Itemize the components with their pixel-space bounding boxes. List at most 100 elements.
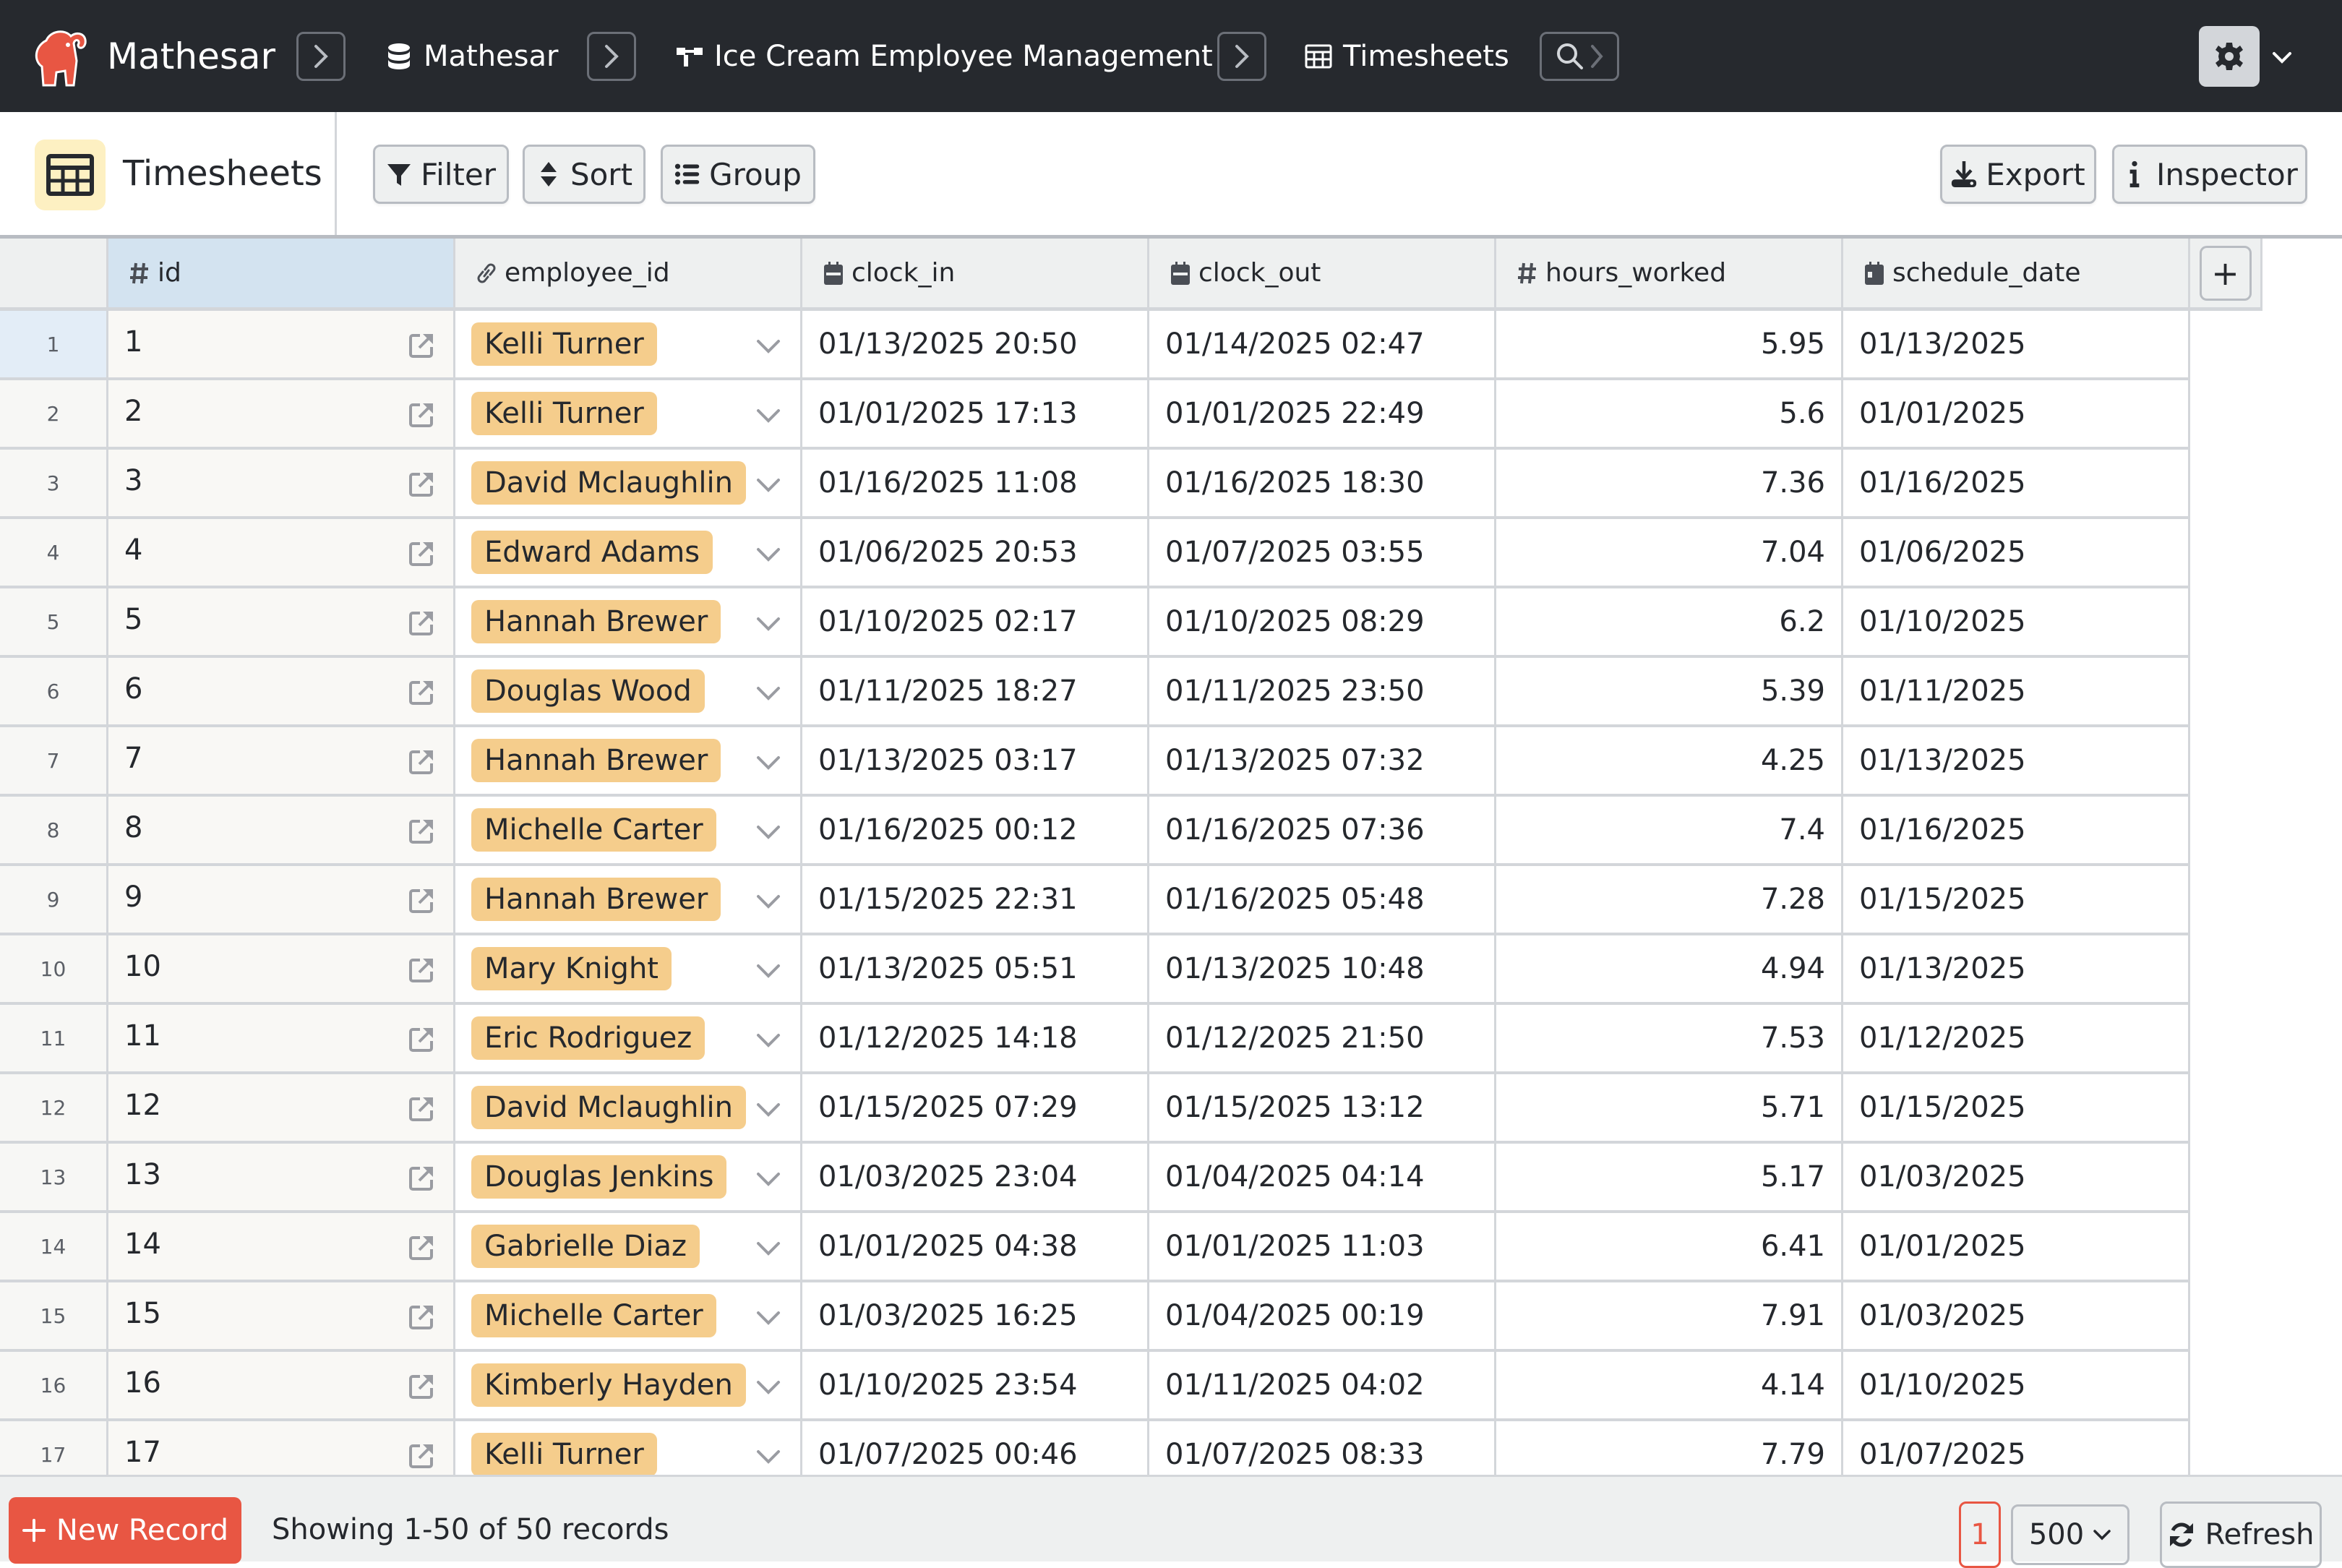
table-row[interactable]: 17 17 Kelli Turner 01/07/2025 00:46 01/0… — [0, 1421, 2190, 1475]
cell-hours-worked[interactable]: 6.41 — [1496, 1213, 1843, 1282]
row-number[interactable]: 17 — [0, 1421, 108, 1475]
table-row[interactable]: 2 2 Kelli Turner 01/01/2025 17:13 01/01/… — [0, 380, 2190, 450]
cell-clock-out[interactable]: 01/07/2025 08:33 — [1149, 1421, 1496, 1475]
table-row[interactable]: 9 9 Hannah Brewer 01/15/2025 22:31 01/16… — [0, 866, 2190, 935]
column-header-clock-out[interactable]: clock_out — [1149, 239, 1496, 311]
cell-schedule-date[interactable]: 01/03/2025 — [1843, 1144, 2190, 1213]
add-column-button[interactable]: + — [2199, 245, 2252, 301]
cell-clock-in[interactable]: 01/15/2025 22:31 — [802, 866, 1149, 935]
table-row[interactable]: 13 13 Douglas Jenkins 01/03/2025 23:04 0… — [0, 1144, 2190, 1213]
cell-id[interactable]: 3 — [108, 450, 455, 519]
cell-schedule-date[interactable]: 01/13/2025 — [1843, 935, 2190, 1005]
refresh-button[interactable]: Refresh — [2160, 1501, 2322, 1568]
chevron-down-icon[interactable] — [755, 755, 781, 772]
chevron-down-icon[interactable] — [755, 824, 781, 841]
employee-record-pill[interactable]: Mary Knight — [471, 947, 672, 990]
table-row[interactable]: 7 7 Hannah Brewer 01/13/2025 03:17 01/13… — [0, 727, 2190, 797]
cell-clock-in[interactable]: 01/12/2025 14:18 — [802, 1005, 1149, 1074]
row-number[interactable]: 7 — [0, 727, 108, 797]
cell-id[interactable]: 16 — [108, 1352, 455, 1421]
open-record-icon[interactable] — [407, 1372, 436, 1401]
cell-employee-id[interactable]: Douglas Jenkins — [455, 1144, 802, 1213]
cell-schedule-date[interactable]: 01/13/2025 — [1843, 727, 2190, 797]
cell-hours-worked[interactable]: 5.39 — [1496, 658, 1843, 727]
cell-clock-in[interactable]: 01/13/2025 05:51 — [802, 935, 1149, 1005]
row-number[interactable]: 13 — [0, 1144, 108, 1213]
table-row[interactable]: 1 1 Kelli Turner 01/13/2025 20:50 01/14/… — [0, 311, 2190, 380]
breadcrumb-separator-button[interactable] — [1217, 32, 1266, 81]
table-row[interactable]: 14 14 Gabrielle Diaz 01/01/2025 04:38 01… — [0, 1213, 2190, 1282]
cell-hours-worked[interactable]: 5.17 — [1496, 1144, 1843, 1213]
cell-hours-worked[interactable]: 7.53 — [1496, 1005, 1843, 1074]
chevron-down-icon[interactable] — [755, 963, 781, 980]
employee-record-pill[interactable]: David Mclaughlin — [471, 1086, 747, 1129]
filter-button[interactable]: Filter — [373, 145, 509, 204]
cell-id[interactable]: 13 — [108, 1144, 455, 1213]
open-record-icon[interactable] — [407, 470, 436, 499]
cell-employee-id[interactable]: Kelli Turner — [455, 1421, 802, 1475]
page-button-current[interactable]: 1 — [1959, 1501, 2001, 1568]
cell-clock-in[interactable]: 01/07/2025 00:46 — [802, 1421, 1149, 1475]
cell-id[interactable]: 11 — [108, 1005, 455, 1074]
open-record-icon[interactable] — [407, 1303, 436, 1332]
cell-hours-worked[interactable]: 7.79 — [1496, 1421, 1843, 1475]
open-record-icon[interactable] — [407, 539, 436, 568]
cell-clock-out[interactable]: 01/04/2025 00:19 — [1149, 1282, 1496, 1352]
breadcrumb-separator-button[interactable] — [587, 32, 636, 81]
employee-record-pill[interactable]: Kelli Turner — [471, 1433, 657, 1475]
column-header-clock-in[interactable]: clock_in — [802, 239, 1149, 311]
employee-record-pill[interactable]: Hannah Brewer — [471, 600, 721, 643]
table-row[interactable]: 8 8 Michelle Carter 01/16/2025 00:12 01/… — [0, 797, 2190, 866]
open-record-icon[interactable] — [407, 1164, 436, 1193]
breadcrumb-separator-button[interactable] — [296, 32, 346, 81]
employee-record-pill[interactable]: Eric Rodriguez — [471, 1016, 705, 1060]
cell-schedule-date[interactable]: 01/10/2025 — [1843, 1352, 2190, 1421]
cell-clock-in[interactable]: 01/16/2025 00:12 — [802, 797, 1149, 866]
cell-clock-out[interactable]: 01/12/2025 21:50 — [1149, 1005, 1496, 1074]
cell-clock-in[interactable]: 01/03/2025 23:04 — [802, 1144, 1149, 1213]
row-number[interactable]: 8 — [0, 797, 108, 866]
chevron-down-icon[interactable] — [755, 477, 781, 494]
cell-clock-out[interactable]: 01/11/2025 23:50 — [1149, 658, 1496, 727]
cell-schedule-date[interactable]: 01/01/2025 — [1843, 1213, 2190, 1282]
row-number[interactable]: 16 — [0, 1352, 108, 1421]
inspector-button[interactable]: Inspector — [2112, 145, 2307, 204]
table-row[interactable]: 5 5 Hannah Brewer 01/10/2025 02:17 01/10… — [0, 588, 2190, 658]
cell-clock-out[interactable]: 01/14/2025 02:47 — [1149, 311, 1496, 380]
cell-employee-id[interactable]: Michelle Carter — [455, 797, 802, 866]
row-number[interactable]: 15 — [0, 1282, 108, 1352]
cell-hours-worked[interactable]: 4.25 — [1496, 727, 1843, 797]
cell-clock-out[interactable]: 01/15/2025 13:12 — [1149, 1074, 1496, 1144]
row-number[interactable]: 12 — [0, 1074, 108, 1144]
row-number[interactable]: 5 — [0, 588, 108, 658]
chevron-down-icon[interactable] — [755, 1102, 781, 1119]
row-number[interactable]: 14 — [0, 1213, 108, 1282]
cell-hours-worked[interactable]: 4.14 — [1496, 1352, 1843, 1421]
cell-schedule-date[interactable]: 01/15/2025 — [1843, 866, 2190, 935]
chevron-down-icon[interactable] — [755, 685, 781, 703]
chevron-down-icon[interactable] — [755, 1449, 781, 1466]
cell-id[interactable]: 9 — [108, 866, 455, 935]
cell-clock-in[interactable]: 01/01/2025 17:13 — [802, 380, 1149, 450]
cell-id[interactable]: 17 — [108, 1421, 455, 1475]
cell-employee-id[interactable]: Kelli Turner — [455, 311, 802, 380]
open-record-icon[interactable] — [407, 747, 436, 776]
table-row[interactable]: 15 15 Michelle Carter 01/03/2025 16:25 0… — [0, 1282, 2190, 1352]
cell-clock-in[interactable]: 01/13/2025 03:17 — [802, 727, 1149, 797]
cell-employee-id[interactable]: Gabrielle Diaz — [455, 1213, 802, 1282]
employee-record-pill[interactable]: Kelli Turner — [471, 322, 657, 366]
open-record-icon[interactable] — [407, 817, 436, 846]
cell-schedule-date[interactable]: 01/10/2025 — [1843, 588, 2190, 658]
cell-clock-out[interactable]: 01/04/2025 04:14 — [1149, 1144, 1496, 1213]
row-number[interactable]: 1 — [0, 311, 108, 380]
cell-clock-in[interactable]: 01/01/2025 04:38 — [802, 1213, 1149, 1282]
row-number[interactable]: 2 — [0, 380, 108, 450]
settings-button[interactable] — [2199, 26, 2260, 87]
table-row[interactable]: 11 11 Eric Rodriguez 01/12/2025 14:18 01… — [0, 1005, 2190, 1074]
export-button[interactable]: Export — [1940, 145, 2096, 204]
page-size-select[interactable]: 500 — [2011, 1504, 2129, 1565]
cell-id[interactable]: 14 — [108, 1213, 455, 1282]
employee-record-pill[interactable]: Kimberly Hayden — [471, 1363, 746, 1407]
employee-record-pill[interactable]: Gabrielle Diaz — [471, 1225, 700, 1268]
employee-record-pill[interactable]: Michelle Carter — [471, 808, 716, 852]
